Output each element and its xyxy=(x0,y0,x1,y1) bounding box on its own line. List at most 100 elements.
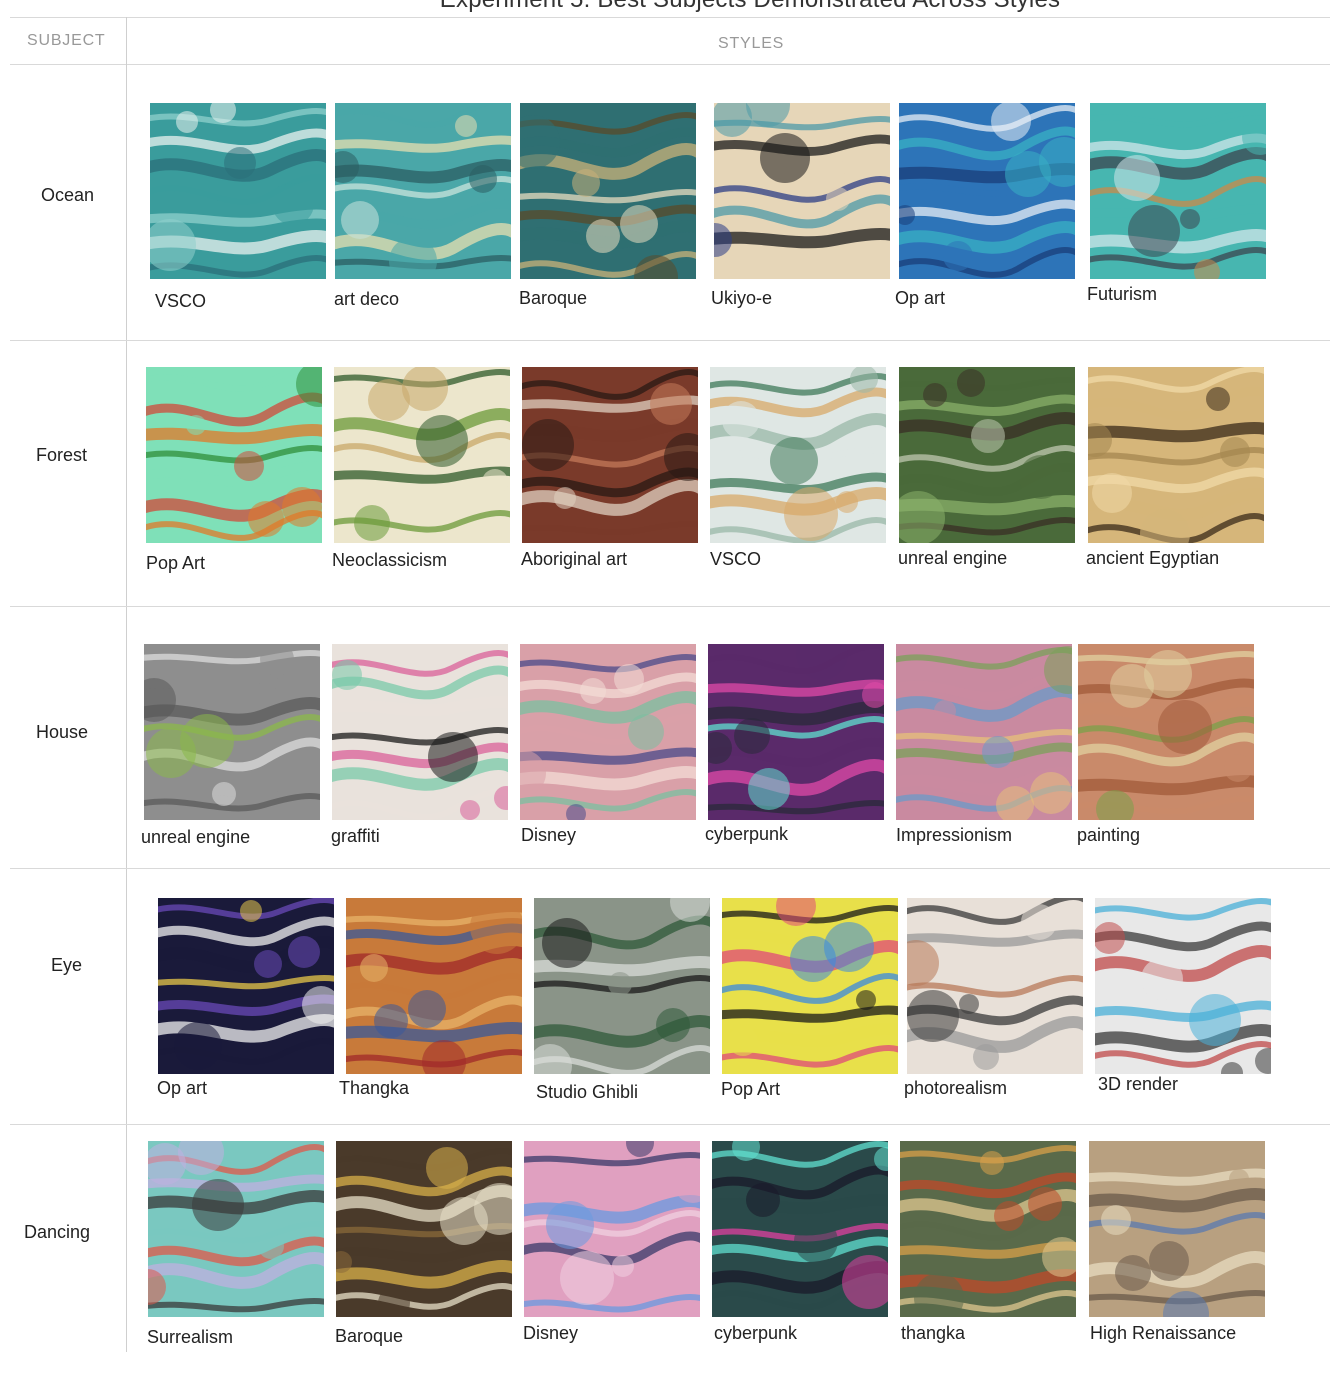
style-label: art deco xyxy=(334,289,400,309)
artwork-graphic xyxy=(896,644,1072,820)
style-cell xyxy=(332,644,508,820)
style-image xyxy=(899,103,1075,279)
artwork-graphic xyxy=(708,644,884,820)
artwork-graphic xyxy=(332,644,508,820)
style-image xyxy=(714,103,890,279)
style-label: unreal engine xyxy=(141,827,251,847)
style-image xyxy=(708,644,884,820)
style-label: Pop Art xyxy=(721,1079,781,1099)
artwork-graphic xyxy=(1090,103,1266,279)
style-cell xyxy=(900,1141,1076,1317)
artwork-graphic xyxy=(722,898,898,1074)
style-cell xyxy=(1095,898,1271,1074)
artwork-graphic xyxy=(712,1141,888,1317)
style-label: Impressionism xyxy=(896,825,1013,845)
artwork-graphic xyxy=(899,367,1075,543)
style-label: Disney xyxy=(521,825,577,845)
subject-label-forest: Forest xyxy=(36,445,88,465)
style-image xyxy=(524,1141,700,1317)
style-label: ancient Egyptian xyxy=(1086,548,1220,568)
style-image xyxy=(1078,644,1254,820)
artwork-graphic xyxy=(148,1141,324,1317)
artwork-graphic xyxy=(899,103,1075,279)
style-image xyxy=(712,1141,888,1317)
style-label: cyberpunk xyxy=(705,824,789,844)
style-label: cyberpunk xyxy=(714,1323,798,1343)
style-cell xyxy=(710,367,886,543)
style-label: Baroque xyxy=(335,1326,404,1346)
style-image xyxy=(336,1141,512,1317)
style-cell xyxy=(346,898,522,1074)
subject-label-house: House xyxy=(36,722,89,742)
style-image xyxy=(520,103,696,279)
style-cell xyxy=(1078,644,1254,820)
style-image xyxy=(896,644,1072,820)
style-label: Studio Ghibli xyxy=(536,1082,639,1102)
artwork-graphic xyxy=(520,644,696,820)
artwork-graphic xyxy=(1088,367,1264,543)
artwork-graphic xyxy=(710,367,886,543)
style-image xyxy=(150,103,326,279)
style-image xyxy=(1088,367,1264,543)
style-label: Op art xyxy=(157,1078,208,1098)
style-image xyxy=(522,367,698,543)
style-label: High Renaissance xyxy=(1090,1323,1237,1343)
artwork-graphic xyxy=(150,103,326,279)
artwork-graphic xyxy=(900,1141,1076,1317)
style-cell xyxy=(520,644,696,820)
artwork-graphic xyxy=(1078,644,1254,820)
style-label: Ukiyo-e xyxy=(711,288,773,308)
style-image xyxy=(899,367,1075,543)
style-label: Futurism xyxy=(1087,284,1158,304)
style-image xyxy=(520,644,696,820)
style-cell xyxy=(712,1141,888,1317)
subject-column-header: SUBJECT xyxy=(27,32,106,49)
style-label: Thangka xyxy=(339,1078,410,1098)
artwork-graphic xyxy=(907,898,1083,1074)
style-cell xyxy=(158,898,334,1074)
style-image xyxy=(334,367,510,543)
style-image xyxy=(722,898,898,1074)
style-image xyxy=(1089,1141,1265,1317)
style-label: thangka xyxy=(901,1323,966,1343)
style-cell xyxy=(522,367,698,543)
style-label: Pop Art xyxy=(146,553,206,573)
subject-label-ocean: Ocean xyxy=(41,185,95,205)
style-label: 3D render xyxy=(1098,1074,1179,1094)
artwork-graphic xyxy=(144,644,320,820)
subject-label-eye: Eye xyxy=(51,955,83,975)
artwork-graphic xyxy=(336,1141,512,1317)
style-image xyxy=(335,103,511,279)
style-cell xyxy=(896,644,1072,820)
style-cell xyxy=(335,103,511,279)
artwork-graphic xyxy=(520,103,696,279)
style-image xyxy=(900,1141,1076,1317)
style-label: VSCO xyxy=(710,549,762,569)
style-cell xyxy=(714,103,890,279)
style-image xyxy=(148,1141,324,1317)
style-label: Baroque xyxy=(519,288,588,308)
row-divider xyxy=(10,606,1330,607)
style-image xyxy=(158,898,334,1074)
style-image xyxy=(144,644,320,820)
header-bottom-rule xyxy=(10,64,1330,65)
style-image xyxy=(1090,103,1266,279)
style-image xyxy=(1095,898,1271,1074)
style-label: Aboriginal art xyxy=(521,549,628,569)
style-cell xyxy=(150,103,326,279)
artwork-graphic xyxy=(335,103,511,279)
header-top-rule xyxy=(10,17,1330,18)
style-cell xyxy=(534,898,710,1074)
style-label: graffiti xyxy=(331,826,380,846)
artwork-graphic xyxy=(714,103,890,279)
page-title: Experiment 5: Best Subjects Demonstrated… xyxy=(0,0,1332,14)
artwork-graphic xyxy=(522,367,698,543)
style-label: Surrealism xyxy=(147,1327,234,1347)
style-label: painting xyxy=(1077,825,1141,845)
style-label: Op art xyxy=(895,288,946,308)
style-image xyxy=(534,898,710,1074)
style-cell xyxy=(899,103,1075,279)
style-cell xyxy=(1088,367,1264,543)
style-cell xyxy=(520,103,696,279)
style-label: photorealism xyxy=(904,1078,1008,1098)
